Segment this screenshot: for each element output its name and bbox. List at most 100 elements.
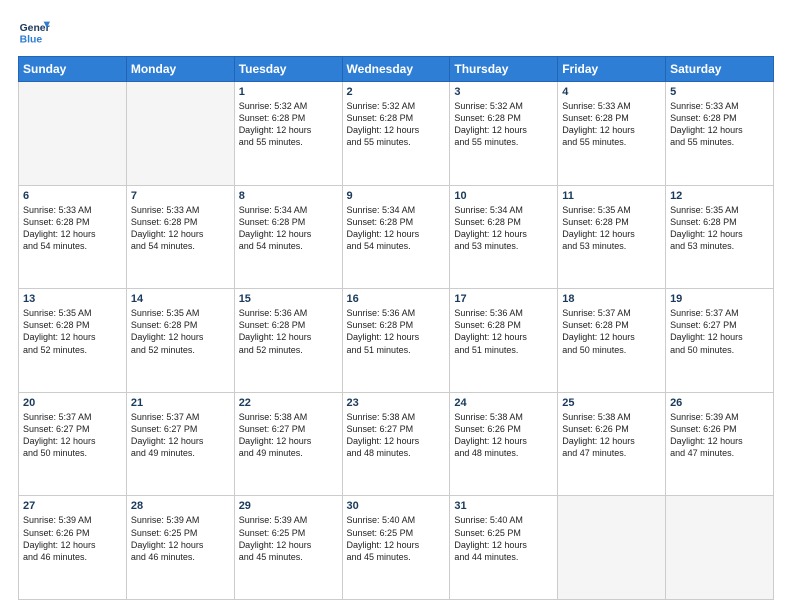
calendar-cell: 20 Sunrise: 5:37 AM Sunset: 6:27 PM Dayli… [19, 392, 127, 496]
day-header-friday: Friday [558, 57, 666, 82]
logo-icon: General Blue [18, 18, 50, 46]
calendar-cell: 6 Sunrise: 5:33 AM Sunset: 6:28 PM Daylig… [19, 185, 127, 289]
week-row-3: 13 Sunrise: 5:35 AM Sunset: 6:28 PM Dayli… [19, 289, 774, 393]
day-number: 11 [562, 190, 661, 202]
cell-info: Sunrise: 5:35 AM Sunset: 6:28 PM Dayligh… [562, 204, 661, 253]
calendar-cell [558, 496, 666, 600]
cell-info: Sunrise: 5:38 AM Sunset: 6:26 PM Dayligh… [454, 411, 553, 460]
day-number: 13 [23, 293, 122, 305]
cell-info: Sunrise: 5:36 AM Sunset: 6:28 PM Dayligh… [347, 307, 446, 356]
day-header-sunday: Sunday [19, 57, 127, 82]
cell-info: Sunrise: 5:39 AM Sunset: 6:26 PM Dayligh… [670, 411, 769, 460]
cell-info: Sunrise: 5:38 AM Sunset: 6:26 PM Dayligh… [562, 411, 661, 460]
cell-info: Sunrise: 5:33 AM Sunset: 6:28 PM Dayligh… [23, 204, 122, 253]
day-number: 18 [562, 293, 661, 305]
day-header-tuesday: Tuesday [234, 57, 342, 82]
calendar-cell: 17Sunrise: 5:36 AM Sunset: 6:28 PM Dayli… [450, 289, 558, 393]
calendar-cell [19, 82, 127, 186]
day-number: 23 [347, 397, 446, 409]
calendar-cell: 29 Sunrise: 5:39 AM Sunset: 6:25 PM Dayli… [234, 496, 342, 600]
svg-text:Blue: Blue [20, 34, 43, 45]
cell-info: Sunrise: 5:39 AM Sunset: 6:26 PM Dayligh… [23, 514, 122, 563]
calendar-cell: 3 Sunrise: 5:32 AM Sunset: 6:28 PM Daylig… [450, 82, 558, 186]
cell-info: Sunrise: 5:32 AM Sunset: 6:28 PM Dayligh… [454, 100, 553, 149]
calendar-cell: 31 Sunrise: 5:40 AM Sunset: 6:25 PM Dayli… [450, 496, 558, 600]
day-header-wednesday: Wednesday [342, 57, 450, 82]
day-number: 6 [23, 190, 122, 202]
day-number: 26 [670, 397, 769, 409]
day-number: 27 [23, 500, 122, 512]
day-number: 8 [239, 190, 338, 202]
cell-info: Sunrise: 5:35 AM Sunset: 6:28 PM Dayligh… [23, 307, 122, 356]
calendar-cell: 28 Sunrise: 5:39 AM Sunset: 6:25 PM Dayli… [126, 496, 234, 600]
day-number: 19 [670, 293, 769, 305]
calendar-cell: 4 Sunrise: 5:33 AM Sunset: 6:28 PM Daylig… [558, 82, 666, 186]
day-number: 16 [347, 293, 446, 305]
week-row-1: 1 Sunrise: 5:32 AM Sunset: 6:28 PM Daylig… [19, 82, 774, 186]
calendar-cell: 21 Sunrise: 5:37 AM Sunset: 6:27 PM Dayli… [126, 392, 234, 496]
day-number: 3 [454, 86, 553, 98]
cell-info: Sunrise: 5:33 AM Sunset: 6:28 PM Dayligh… [562, 100, 661, 149]
calendar-cell [666, 496, 774, 600]
cell-info: Sunrise: 5:33 AM Sunset: 6:28 PM Dayligh… [670, 100, 769, 149]
day-header-monday: Monday [126, 57, 234, 82]
calendar-cell: 10 Sunrise: 5:34 AM Sunset: 6:28 PM Dayli… [450, 185, 558, 289]
cell-info: Sunrise: 5:40 AM Sunset: 6:25 PM Dayligh… [347, 514, 446, 563]
calendar-cell: 2 Sunrise: 5:32 AM Sunset: 6:28 PM Daylig… [342, 82, 450, 186]
calendar-cell: 15Sunrise: 5:36 AM Sunset: 6:28 PM Dayli… [234, 289, 342, 393]
calendar-cell: 11 Sunrise: 5:35 AM Sunset: 6:28 PM Dayli… [558, 185, 666, 289]
calendar-cell: 22 Sunrise: 5:38 AM Sunset: 6:27 PM Dayli… [234, 392, 342, 496]
week-row-2: 6 Sunrise: 5:33 AM Sunset: 6:28 PM Daylig… [19, 185, 774, 289]
calendar-cell: 24 Sunrise: 5:38 AM Sunset: 6:26 PM Dayli… [450, 392, 558, 496]
day-number: 1 [239, 86, 338, 98]
calendar-cell: 13 Sunrise: 5:35 AM Sunset: 6:28 PM Dayli… [19, 289, 127, 393]
cell-info: Sunrise: 5:39 AM Sunset: 6:25 PM Dayligh… [239, 514, 338, 563]
cell-info: Sunrise: 5:37 AM Sunset: 6:27 PM Dayligh… [23, 411, 122, 460]
day-number: 24 [454, 397, 553, 409]
day-number: 2 [347, 86, 446, 98]
day-number: 5 [670, 86, 769, 98]
cell-info: Sunrise: 5:34 AM Sunset: 6:28 PM Dayligh… [239, 204, 338, 253]
cell-info: Sunrise: 5:36 AM Sunset: 6:28 PM Dayligh… [454, 307, 553, 356]
day-number: 31 [454, 500, 553, 512]
cell-info: Sunrise: 5:38 AM Sunset: 6:27 PM Dayligh… [239, 411, 338, 460]
cell-info: Sunrise: 5:35 AM Sunset: 6:28 PM Dayligh… [131, 307, 230, 356]
day-number: 14 [131, 293, 230, 305]
logo: General Blue [18, 18, 50, 46]
cell-info: Sunrise: 5:34 AM Sunset: 6:28 PM Dayligh… [454, 204, 553, 253]
cell-info: Sunrise: 5:37 AM Sunset: 6:27 PM Dayligh… [670, 307, 769, 356]
cell-info: Sunrise: 5:32 AM Sunset: 6:28 PM Dayligh… [347, 100, 446, 149]
calendar-cell: 30Sunrise: 5:40 AM Sunset: 6:25 PM Dayli… [342, 496, 450, 600]
day-number: 10 [454, 190, 553, 202]
calendar-cell: 12Sunrise: 5:35 AM Sunset: 6:28 PM Dayli… [666, 185, 774, 289]
cell-info: Sunrise: 5:35 AM Sunset: 6:28 PM Dayligh… [670, 204, 769, 253]
calendar-cell: 9 Sunrise: 5:34 AM Sunset: 6:28 PM Daylig… [342, 185, 450, 289]
week-row-5: 27 Sunrise: 5:39 AM Sunset: 6:26 PM Dayli… [19, 496, 774, 600]
calendar-cell: 7 Sunrise: 5:33 AM Sunset: 6:28 PM Daylig… [126, 185, 234, 289]
cell-info: Sunrise: 5:39 AM Sunset: 6:25 PM Dayligh… [131, 514, 230, 563]
day-number: 29 [239, 500, 338, 512]
day-header-thursday: Thursday [450, 57, 558, 82]
day-number: 25 [562, 397, 661, 409]
cell-info: Sunrise: 5:32 AM Sunset: 6:28 PM Dayligh… [239, 100, 338, 149]
day-number: 9 [347, 190, 446, 202]
day-number: 21 [131, 397, 230, 409]
cell-info: Sunrise: 5:34 AM Sunset: 6:28 PM Dayligh… [347, 204, 446, 253]
calendar-cell: 1 Sunrise: 5:32 AM Sunset: 6:28 PM Daylig… [234, 82, 342, 186]
day-number: 22 [239, 397, 338, 409]
day-number: 20 [23, 397, 122, 409]
cell-info: Sunrise: 5:37 AM Sunset: 6:27 PM Dayligh… [131, 411, 230, 460]
calendar-cell: 18Sunrise: 5:37 AM Sunset: 6:28 PM Dayli… [558, 289, 666, 393]
header: General Blue [18, 18, 774, 46]
week-row-4: 20 Sunrise: 5:37 AM Sunset: 6:27 PM Dayli… [19, 392, 774, 496]
cell-info: Sunrise: 5:33 AM Sunset: 6:28 PM Dayligh… [131, 204, 230, 253]
cell-info: Sunrise: 5:36 AM Sunset: 6:28 PM Dayligh… [239, 307, 338, 356]
day-number: 28 [131, 500, 230, 512]
cell-info: Sunrise: 5:40 AM Sunset: 6:25 PM Dayligh… [454, 514, 553, 563]
calendar-cell: 5 Sunrise: 5:33 AM Sunset: 6:28 PM Daylig… [666, 82, 774, 186]
day-number: 4 [562, 86, 661, 98]
calendar-cell: 19 Sunrise: 5:37 AM Sunset: 6:27 PM Dayli… [666, 289, 774, 393]
day-number: 7 [131, 190, 230, 202]
calendar-cell: 14 Sunrise: 5:35 AM Sunset: 6:28 PM Dayli… [126, 289, 234, 393]
calendar-cell: 25 Sunrise: 5:38 AM Sunset: 6:26 PM Dayli… [558, 392, 666, 496]
